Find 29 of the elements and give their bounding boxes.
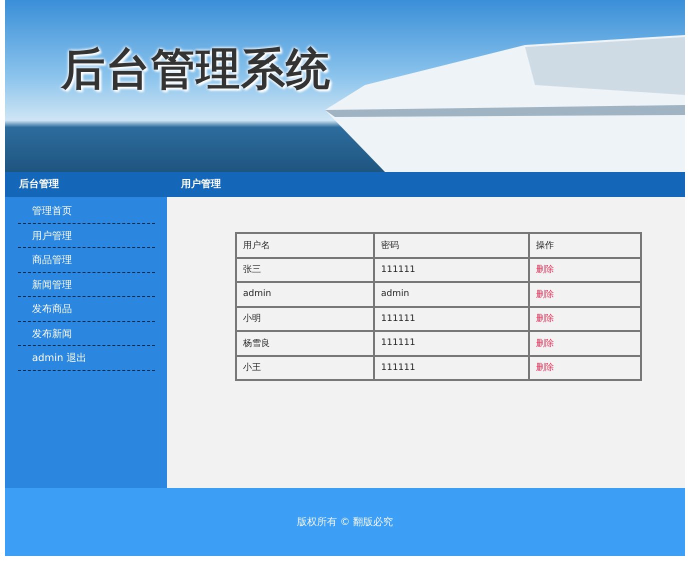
sidebar-link[interactable]: 用户管理 bbox=[18, 226, 72, 248]
column-header: 操作 bbox=[529, 233, 641, 258]
table-cell: 111111 bbox=[374, 306, 529, 331]
table-cell: admin bbox=[236, 282, 374, 306]
sidebar-link[interactable]: 发布商品 bbox=[18, 299, 72, 321]
table-cell: 张三 bbox=[236, 258, 374, 282]
sidebar-heading: 后台管理 bbox=[5, 172, 167, 197]
delete-link[interactable]: 删除 bbox=[536, 363, 554, 374]
content-heading: 用户管理 bbox=[181, 177, 221, 192]
table-cell: 111111 bbox=[374, 356, 529, 380]
sidebar-link[interactable]: 商品管理 bbox=[18, 250, 72, 272]
table-cell: admin bbox=[374, 282, 529, 306]
delete-link[interactable]: 删除 bbox=[536, 290, 554, 300]
copyright-text: 版权所有 © 翻版必究 bbox=[296, 516, 394, 529]
sidebar-link[interactable]: 管理首页 bbox=[18, 201, 72, 223]
column-header: 用户名 bbox=[236, 233, 374, 258]
sidebar-link[interactable]: 发布新闻 bbox=[18, 324, 72, 346]
column-header: 密码 bbox=[374, 233, 529, 258]
sidebar-link[interactable]: 新闻管理 bbox=[18, 274, 72, 296]
system-title: 后台管理系统 bbox=[61, 43, 331, 97]
table-cell: 杨雪良 bbox=[236, 331, 374, 356]
table-cell: 111111 bbox=[374, 258, 529, 282]
table-cell: 111111 bbox=[374, 331, 529, 356]
delete-link[interactable]: 删除 bbox=[536, 265, 554, 276]
delete-link[interactable]: 删除 bbox=[536, 338, 554, 349]
table-cell: 小王 bbox=[236, 356, 374, 380]
table-cell: 小明 bbox=[236, 306, 374, 331]
delete-link[interactable]: 删除 bbox=[536, 314, 554, 324]
sidebar-link[interactable]: admin 退出 bbox=[18, 348, 87, 370]
